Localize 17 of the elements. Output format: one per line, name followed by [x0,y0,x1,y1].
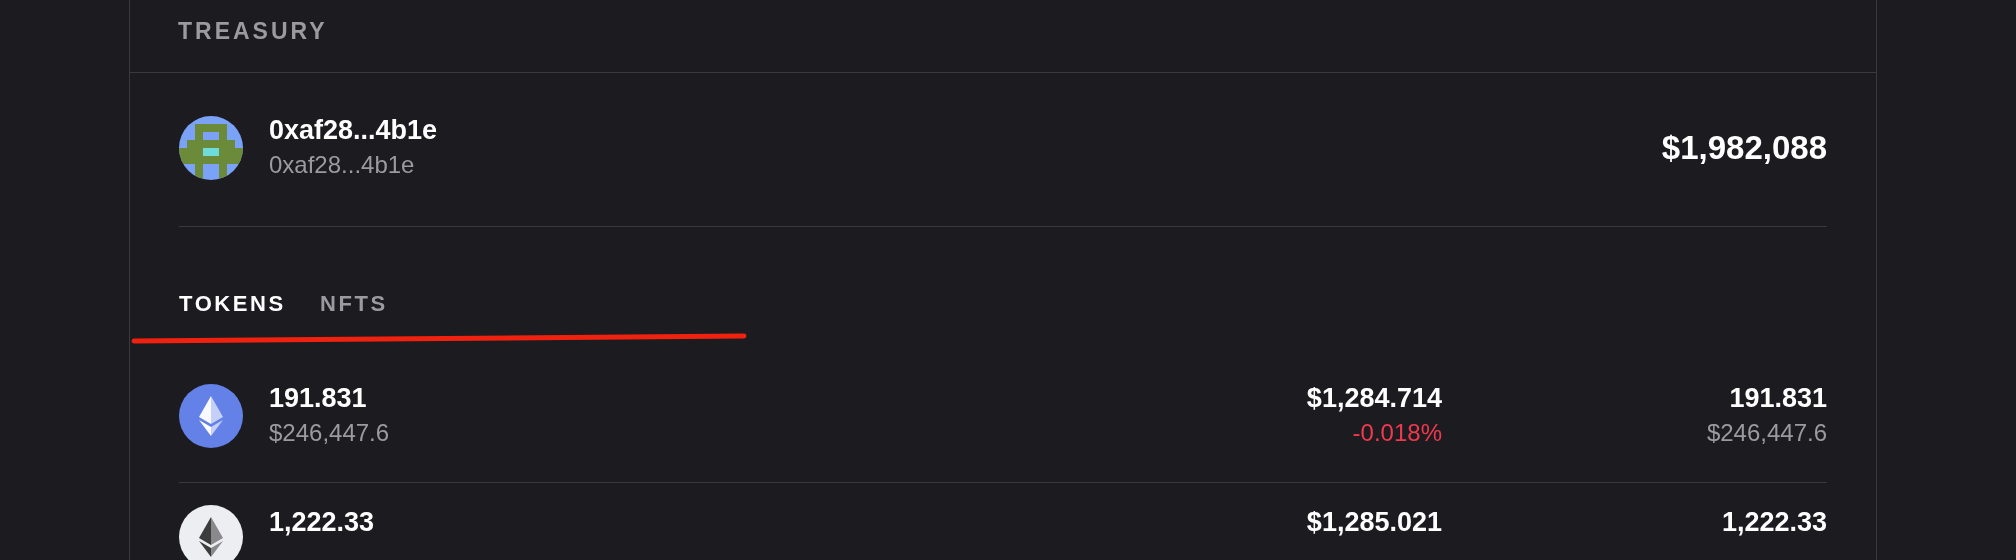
ethereum-icon [179,505,243,560]
token-balance: 1,222.33 [1720,506,1827,539]
token-price: $1,284.714 [1305,382,1442,416]
account-value: $1,982,088 [1661,127,1827,168]
balance-value: $246,447.6 [1705,418,1827,449]
tab[interactable]: NFTS [319,287,388,317]
token-amount: 1,222.33 [269,506,376,539]
section-title: TREASURY [178,16,328,46]
account-address: 0xaf28...4b1e [269,150,416,181]
token-amount: 191.831 [269,382,368,416]
token-balance: 191.831 [1728,382,1827,416]
token-value: $246,447.6 [269,418,391,449]
ethereum-icon [179,383,243,448]
token-price: $1,285.021 [1305,506,1442,539]
account-name: 0xaf28...4b1e [269,114,438,148]
tab[interactable]: TOKENS [179,287,286,317]
price-change: -0.018% [1351,418,1442,449]
